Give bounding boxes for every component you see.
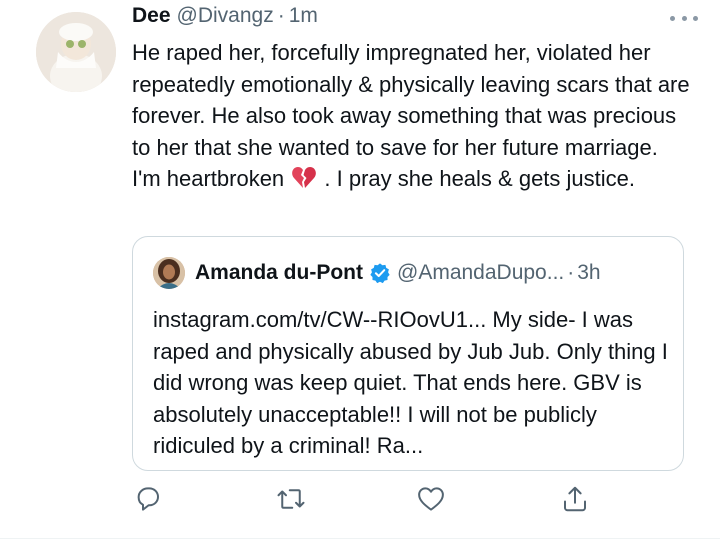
quoted-tweet-card[interactable]: Amanda du-Pont @AmandaDupo... · 3h insta…	[132, 236, 684, 471]
like-icon	[418, 487, 444, 511]
quoted-tweet-header: Amanda du-Pont @AmandaDupo... · 3h	[153, 257, 601, 289]
tweet-header: Dee @Divangz · 1m	[132, 4, 318, 34]
share-button[interactable]	[560, 484, 592, 516]
quoted-author-avatar	[153, 257, 185, 289]
tweet-divider	[0, 538, 720, 539]
retweet-button[interactable]	[276, 484, 308, 516]
retweet-icon	[277, 489, 305, 509]
separator-dot: ·	[277, 4, 285, 27]
tweet-action-bar	[0, 480, 720, 520]
quoted-avatar-image	[153, 257, 185, 289]
verified-badge-icon	[370, 263, 390, 284]
author-name[interactable]: Dee	[132, 4, 171, 28]
more-dot	[693, 15, 698, 21]
author-handle[interactable]: @Divangz	[177, 4, 274, 28]
quoted-tweet-text: instagram.com/tv/CW--RIOovU1... My side-…	[153, 307, 668, 458]
broken-heart-icon	[292, 167, 317, 188]
author-avatar[interactable]	[36, 12, 116, 92]
more-dot	[681, 15, 687, 21]
quoted-author-handle: @AmandaDupo...	[397, 261, 565, 284]
reply-button[interactable]	[133, 484, 165, 516]
quoted-tweet-timestamp: 3h	[577, 261, 601, 284]
like-button[interactable]	[416, 484, 448, 516]
tweet-timestamp[interactable]: 1m	[289, 4, 318, 28]
more-options-icon[interactable]	[670, 10, 698, 26]
reply-icon	[137, 487, 159, 511]
author-avatar-image	[36, 12, 116, 92]
more-dot	[670, 15, 675, 21]
share-icon	[564, 486, 586, 512]
tweet-text-end: . I pray she heals & gets justice.	[318, 166, 635, 191]
tweet-text: He raped her, forcefully impregnated her…	[132, 37, 692, 195]
quoted-separator-dot: ·	[567, 261, 575, 284]
quoted-author-name: Amanda du-Pont	[195, 261, 363, 284]
